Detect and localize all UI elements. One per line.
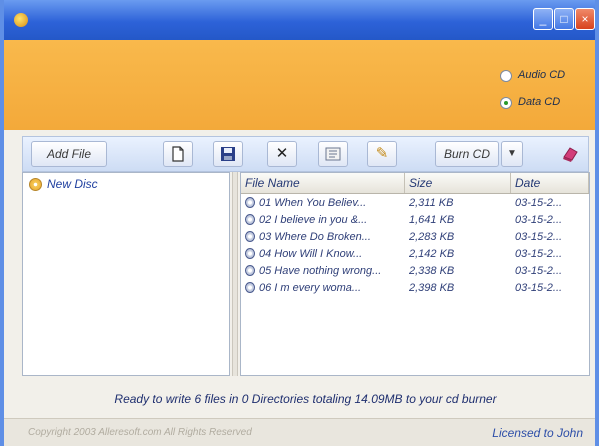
table-header: File Name Size Date	[241, 173, 589, 194]
table-row[interactable]: 03 Where Do Broken... 2,283 KB 03-15-2...	[241, 229, 589, 245]
file-size-cell: 1,641 KB	[409, 214, 455, 226]
close-icon: ×	[581, 12, 589, 26]
close-app-icon	[563, 147, 578, 162]
file-date-cell: 03-15-2...	[515, 197, 563, 209]
add-file-label: Add File	[46, 147, 92, 161]
toolbar: Add File ✕ ✎ Burn CD ▼	[22, 136, 589, 172]
window-title	[36, 11, 416, 29]
delete-button[interactable]: ✕	[267, 141, 297, 167]
data-cd-radio[interactable]	[500, 97, 512, 109]
tree-item-new-disc[interactable]: New Disc	[29, 177, 209, 193]
close-button[interactable]: ×	[575, 8, 595, 30]
disc-label: New Disc	[47, 177, 98, 191]
copyright-text: Copyright 2003 Alleresoft.com All Rights…	[28, 427, 252, 438]
file-size-cell: 2,142 KB	[409, 248, 455, 260]
save-icon	[221, 147, 235, 161]
file-size-cell: 2,283 KB	[409, 231, 455, 243]
disc-tree-panel[interactable]: New Disc	[22, 172, 230, 376]
column-header-size[interactable]: Size	[405, 173, 511, 193]
file-name-cell: 03 Where Do Broken...	[259, 231, 371, 243]
erase-icon: ✎	[375, 145, 389, 162]
audio-cd-label: Audio CD	[518, 69, 566, 81]
file-size-cell: 2,338 KB	[409, 265, 455, 277]
file-list-panel[interactable]: File Name Size Date 01 When You Believ..…	[240, 172, 590, 376]
cd-icon	[29, 178, 42, 191]
welcome-description	[28, 70, 468, 100]
minimize-button[interactable]: _	[533, 8, 553, 30]
data-cd-option[interactable]: Data CD	[500, 96, 590, 112]
footer: Copyright 2003 Alleresoft.com All Rights…	[4, 418, 595, 446]
license-text: Licensed to John	[492, 426, 583, 440]
burn-options-dropdown[interactable]: ▼	[501, 141, 523, 167]
maximize-icon: □	[560, 12, 568, 26]
save-button[interactable]	[213, 141, 243, 167]
file-size-cell: 2,311 KB	[409, 197, 454, 209]
audio-file-icon	[245, 197, 255, 208]
app-icon	[14, 13, 28, 27]
file-name-cell: 02 I believe in you &...	[259, 214, 368, 226]
audio-file-icon	[245, 231, 255, 242]
file-date-cell: 03-15-2...	[515, 282, 563, 294]
audio-file-icon	[245, 248, 255, 259]
file-name-cell: 01 When You Believ...	[259, 197, 367, 209]
welcome-title	[28, 50, 348, 66]
file-name-cell: 05 Have nothing wrong...	[259, 265, 382, 277]
column-header-file-name[interactable]: File Name	[241, 173, 405, 193]
audio-file-icon	[245, 265, 255, 276]
properties-icon	[325, 147, 341, 161]
file-size-cell: 2,398 KB	[409, 282, 455, 294]
new-document-button[interactable]	[163, 141, 193, 167]
chevron-down-icon: ▼	[507, 148, 517, 159]
burn-cd-label: Burn CD	[443, 147, 490, 161]
file-name-cell: 06 I m every woma...	[259, 282, 362, 294]
title-bar[interactable]: _ □ ×	[4, 0, 595, 40]
file-date-cell: 03-15-2...	[515, 265, 563, 277]
pane-splitter[interactable]	[232, 172, 238, 376]
maximize-button[interactable]: □	[554, 8, 574, 30]
erase-button[interactable]: ✎	[367, 141, 397, 167]
file-name-cell: 04 How Will I Know...	[259, 248, 363, 260]
table-row[interactable]: 06 I m every woma... 2,398 KB 03-15-2...	[241, 280, 589, 296]
column-header-date[interactable]: Date	[511, 173, 589, 193]
burn-cd-button[interactable]: Burn CD	[435, 141, 499, 167]
audio-cd-option[interactable]: Audio CD	[500, 69, 590, 85]
minimize-icon: _	[539, 12, 547, 26]
properties-button[interactable]	[318, 141, 348, 167]
file-date-cell: 03-15-2...	[515, 214, 563, 226]
delete-icon: ✕	[275, 145, 289, 162]
audio-cd-radio[interactable]	[500, 70, 512, 82]
file-date-cell: 03-15-2...	[515, 248, 563, 260]
table-row[interactable]: 04 How Will I Know... 2,142 KB 03-15-2...	[241, 246, 589, 262]
table-row[interactable]: 05 Have nothing wrong... 2,338 KB 03-15-2.…	[241, 263, 589, 279]
new-document-icon	[172, 146, 184, 162]
table-row[interactable]: 02 I believe in you &... 1,641 KB 03-15-2.…	[241, 212, 589, 228]
audio-file-icon	[245, 282, 255, 293]
close-app-button[interactable]	[557, 141, 583, 167]
file-date-cell: 03-15-2...	[515, 231, 563, 243]
status-text: Ready to write 6 files in 0 Directories …	[114, 392, 497, 406]
audio-file-icon	[245, 214, 255, 225]
add-file-button[interactable]: Add File	[31, 141, 107, 167]
welcome-banner: Audio CD Data CD	[4, 40, 595, 130]
data-cd-label: Data CD	[518, 96, 561, 108]
table-row[interactable]: 01 When You Believ... 2,311 KB 03-15-2...	[241, 195, 589, 211]
app-window: _ □ × Audio CD Data CD Add File ✕ ✎ Burn…	[0, 0, 599, 446]
